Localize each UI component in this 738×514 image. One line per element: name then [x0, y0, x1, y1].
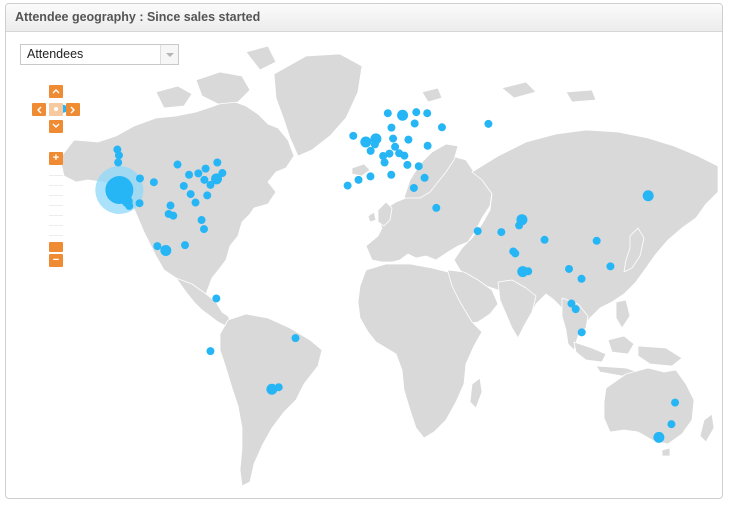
attendee-marker[interactable] — [391, 142, 400, 151]
attendee-marker[interactable] — [410, 119, 419, 128]
pan-left-button[interactable] — [32, 103, 46, 116]
attendee-marker[interactable] — [403, 160, 412, 169]
land-north-america — [59, 99, 295, 295]
chevron-down-icon[interactable] — [160, 45, 178, 64]
attendee-marker[interactable] — [515, 221, 524, 230]
attendee-marker[interactable] — [366, 172, 375, 181]
world-map-canvas[interactable] — [6, 32, 722, 498]
attendee-marker[interactable] — [212, 294, 221, 303]
attendee-marker[interactable] — [423, 109, 432, 118]
chevron-down-icon — [52, 123, 60, 128]
zoom-slider[interactable] — [49, 175, 63, 239]
land-south-america — [219, 313, 323, 487]
chevron-left-icon — [37, 106, 42, 114]
attendee-marker[interactable] — [173, 160, 182, 169]
attendee-marker[interactable] — [412, 108, 421, 117]
attendee-marker[interactable] — [389, 134, 398, 143]
attendee-marker[interactable] — [125, 201, 134, 210]
attendee-marker[interactable] — [577, 328, 586, 337]
attendee-marker[interactable] — [149, 178, 158, 187]
attendee-marker[interactable] — [360, 136, 372, 148]
attendee-marker[interactable] — [343, 181, 352, 190]
attendee-marker[interactable] — [653, 431, 665, 443]
attendee-marker[interactable] — [642, 190, 654, 202]
attendee-marker[interactable] — [185, 170, 194, 179]
attendee-marker[interactable] — [497, 228, 506, 237]
land-arctic-islands — [195, 71, 251, 105]
chevron-right-icon — [70, 106, 75, 114]
attendee-marker[interactable] — [114, 158, 123, 167]
attendee-marker[interactable] — [160, 244, 172, 256]
attendee-marker[interactable] — [540, 235, 549, 244]
attendee-marker[interactable] — [370, 140, 379, 149]
attendee-marker[interactable] — [385, 149, 394, 158]
attendee-marker[interactable] — [113, 145, 122, 154]
attendee-marker[interactable] — [197, 216, 206, 225]
pan-right-button[interactable] — [66, 103, 80, 116]
attendee-marker[interactable] — [420, 173, 429, 182]
attendee-marker[interactable] — [473, 227, 482, 236]
attendee-marker[interactable] — [203, 191, 212, 200]
attendee-marker[interactable] — [194, 169, 203, 178]
zoom-in-button[interactable]: + — [49, 152, 63, 165]
attendee-marker[interactable] — [387, 170, 396, 179]
attendee-marker[interactable] — [179, 181, 188, 190]
attendee-marker[interactable] — [354, 175, 363, 184]
attendee-marker[interactable] — [169, 211, 178, 220]
attendee-marker[interactable] — [153, 242, 162, 251]
attendee-marker[interactable] — [213, 158, 222, 167]
attendee-marker[interactable] — [135, 174, 144, 183]
attendee-marker[interactable] — [135, 199, 144, 208]
attendee-marker[interactable] — [397, 109, 409, 121]
pan-center-button[interactable] — [49, 103, 63, 116]
attendee-marker[interactable] — [380, 158, 389, 167]
land-indonesia — [573, 341, 607, 363]
attendee-marker[interactable] — [404, 135, 413, 144]
attendee-marker[interactable] — [484, 119, 493, 128]
zoom-level-handle[interactable] — [49, 242, 63, 252]
attendee-marker[interactable] — [571, 305, 580, 314]
pan-down-button[interactable] — [49, 120, 63, 133]
attendee-marker[interactable] — [206, 347, 215, 356]
center-dot-icon — [54, 107, 58, 111]
metric-select-value: Attendees — [27, 47, 84, 61]
attendee-marker[interactable] — [423, 141, 432, 150]
attendee-marker[interactable] — [577, 274, 586, 283]
chevron-up-icon — [52, 89, 60, 94]
attendee-marker[interactable] — [671, 398, 680, 407]
attendee-marker[interactable] — [667, 420, 676, 429]
attendee-marker[interactable] — [166, 201, 175, 210]
attendee-marker[interactable] — [400, 151, 409, 160]
attendee-marker[interactable] — [387, 123, 396, 132]
attendee-marker[interactable] — [199, 225, 208, 234]
attendee-geography-panel: Attendee geography : Since sales started — [5, 3, 723, 499]
attendee-marker[interactable] — [181, 241, 190, 250]
attendee-marker[interactable] — [291, 334, 300, 343]
pan-up-button[interactable] — [49, 85, 63, 98]
attendee-marker[interactable] — [524, 267, 533, 276]
attendee-marker[interactable] — [414, 162, 423, 171]
attendee-marker[interactable] — [437, 123, 446, 132]
attendee-marker[interactable] — [565, 264, 574, 273]
world-map[interactable]: Attendees + − — [6, 32, 722, 498]
land-madagascar — [469, 377, 483, 409]
land-new-zealand — [699, 413, 715, 443]
attendee-marker[interactable] — [606, 262, 615, 271]
land-australia — [603, 367, 695, 445]
zoom-out-button[interactable]: − — [49, 254, 63, 267]
attendee-marker[interactable] — [511, 249, 520, 258]
attendee-marker[interactable] — [349, 131, 358, 140]
panel-title: Attendee geography : Since sales started — [6, 4, 722, 32]
metric-select[interactable]: Attendees — [20, 44, 179, 65]
attendee-marker[interactable] — [592, 236, 601, 245]
attendee-marker[interactable] — [218, 169, 227, 178]
attendee-marker[interactable] — [432, 203, 441, 212]
attendee-marker[interactable] — [266, 383, 278, 395]
attendee-marker[interactable] — [383, 109, 392, 118]
attendee-marker[interactable] — [409, 183, 418, 192]
attendee-marker[interactable] — [201, 164, 210, 173]
attendee-marker[interactable] — [186, 190, 195, 199]
attendee-marker[interactable] — [191, 198, 200, 207]
